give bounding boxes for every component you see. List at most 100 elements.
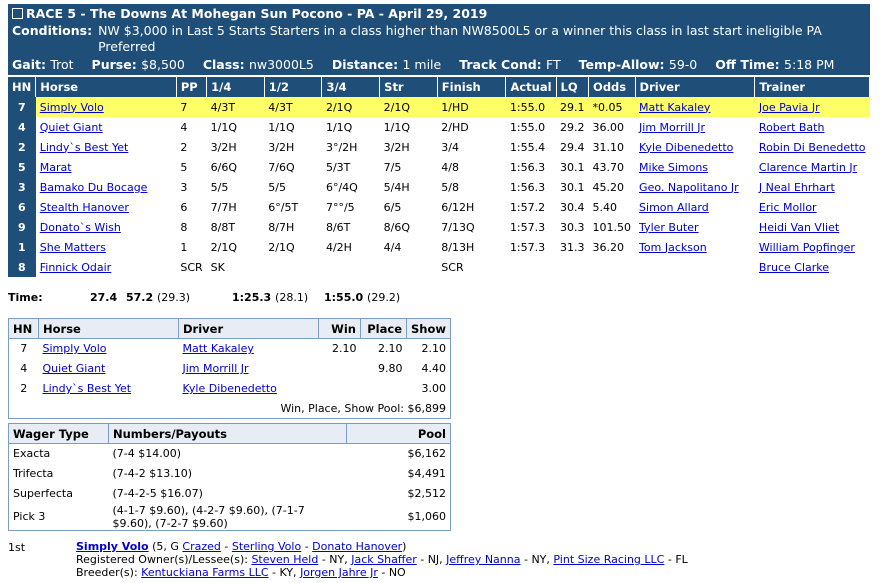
- wager-pool: $4,491: [407, 467, 447, 480]
- result-cell-post-position: 8: [180, 220, 188, 234]
- horse-link[interactable]: Finnick Odair: [40, 261, 111, 274]
- trainer-link[interactable]: Bruce Clarke: [759, 261, 829, 274]
- owner-link[interactable]: Jeffrey Nanna: [446, 553, 520, 566]
- payout-driver-link[interactable]: Kyle Dibenedetto: [183, 382, 277, 395]
- trainer-link[interactable]: Robert Bath: [759, 121, 825, 134]
- distance: Distance: 1 mile: [331, 57, 442, 72]
- payout-horse-link[interactable]: Quiet Giant: [43, 362, 106, 375]
- breeder-link[interactable]: Kentuckiana Farms LLC: [141, 566, 268, 579]
- result-cell-quarter-call: 8/8T: [210, 220, 236, 234]
- wager-nums: (7-4 $14.00): [112, 447, 182, 461]
- result-cell-driver-link: Matt Kakaley: [635, 97, 755, 117]
- owner-link[interactable]: Jack Shaffer: [351, 553, 416, 566]
- wager-nums: (7-4-2 $13.10): [112, 467, 193, 480]
- result-cell-post-position: 5: [180, 160, 188, 174]
- col-trainer: Trainer: [754, 77, 870, 97]
- payout-row: 7 Simply Volo Matt Kakaley 2.10 2.10 2.10: [9, 339, 451, 359]
- horse-link[interactable]: Donato`s Wish: [40, 221, 121, 234]
- owner-location: - NJ,: [420, 553, 443, 566]
- result-cell-horse-link: Finnick Odair: [36, 257, 177, 277]
- result-cell-last-quarter: 30.3: [560, 220, 585, 234]
- pedigree-close: ): [402, 540, 407, 553]
- payout-cell-driver: Jim Morrill Jr: [179, 359, 319, 379]
- class: Class: nw3000L5: [202, 57, 314, 72]
- payout-driver-link[interactable]: Jim Morrill Jr: [183, 362, 249, 375]
- dam-link[interactable]: Sterling Volo: [232, 540, 301, 553]
- trainer-link[interactable]: Eric Mollor: [759, 201, 817, 214]
- trainer-link[interactable]: Robin Di Benedetto: [759, 141, 866, 154]
- result-row: 6 Stealth Hanover 6 7/7H 6°/5T 7°°/5 6/5 6/12H 1…: [8, 197, 870, 217]
- result-cell-stretch-call: 4/4: [383, 240, 402, 254]
- col-odds: Odds: [588, 77, 636, 97]
- trainer-link[interactable]: Heidi Van Vliet: [759, 221, 839, 234]
- wager-type: Superfecta: [13, 487, 73, 500]
- result-cell-horse-link: Stealth Hanover: [36, 197, 177, 217]
- breeder-link[interactable]: Jorgen Jahre Jr: [300, 566, 378, 579]
- conditions-text: NW $3,000 in Last 5 Starts Starters in a…: [98, 23, 822, 54]
- driver-link[interactable]: Tyler Buter: [639, 221, 698, 234]
- wager-type: Exacta: [13, 447, 51, 461]
- driver-link[interactable]: Tom Jackson: [639, 241, 707, 254]
- payout-cell-place: 2.10: [378, 342, 403, 356]
- horse-link[interactable]: She Matters: [40, 241, 106, 254]
- wager-pool: $6,162: [407, 447, 447, 461]
- driver-link[interactable]: Geo. Napolitano Jr: [639, 181, 739, 194]
- driver-link[interactable]: Matt Kakaley: [639, 101, 710, 114]
- driver-link[interactable]: Jim Morrill Jr: [639, 121, 705, 134]
- result-cell-horse-link: Simply Volo: [35, 97, 177, 117]
- trainer-link[interactable]: J Neal Ehrhart: [759, 181, 835, 194]
- payout-driver-link[interactable]: Matt Kakaley: [183, 342, 254, 355]
- result-cell-post-position: 4: [180, 120, 188, 134]
- winner-position: 1st: [8, 541, 26, 554]
- owner-link[interactable]: Steven Held: [251, 553, 318, 566]
- result-cell-last-quarter: 30.4: [560, 200, 585, 214]
- result-cell-stretch-call: 3/2H: [383, 140, 410, 154]
- wager-row: Trifecta (7-4-2 $13.10) $4,491: [9, 464, 451, 484]
- trainer-link[interactable]: William Popfinger: [759, 241, 855, 254]
- result-cell-half-call: [264, 257, 322, 277]
- driver-link[interactable]: Mike Simons: [639, 161, 708, 174]
- driver-link[interactable]: Kyle Dibenedetto: [639, 141, 733, 154]
- result-cell-horse-link: Quiet Giant: [36, 117, 177, 137]
- race-info-row: Gait: Trot Purse: $8,500 Class: nw3000L5…: [8, 55, 870, 75]
- horse-link[interactable]: Stealth Hanover: [40, 201, 129, 214]
- result-cell-post-position: SCR: [180, 260, 203, 274]
- trainer-link[interactable]: Joe Pavia Jr: [759, 101, 820, 114]
- result-cell-actual-time: [506, 257, 556, 277]
- breeders-label: Breeder(s):: [76, 566, 138, 579]
- trainer-link[interactable]: Clarence Martin Jr: [759, 161, 857, 174]
- temp-allow: Temp-Allow: 59-0: [578, 57, 698, 72]
- horse-link[interactable]: Bamako Du Bocage: [40, 181, 148, 194]
- result-cell-last-quarter: 30.1: [560, 180, 585, 194]
- result-cell-post-position: 3: [180, 180, 188, 194]
- col-q2: 1/2: [264, 77, 323, 97]
- horse-link[interactable]: Simply Volo: [40, 101, 104, 114]
- driver-link[interactable]: Simon Allard: [639, 201, 709, 214]
- payout-cell-hn: 7: [20, 342, 28, 356]
- horse-link[interactable]: Quiet Giant: [40, 121, 103, 134]
- result-cell-actual-time: 1:56.3: [509, 180, 546, 194]
- result-cell-driver-link: Kyle Dibenedetto: [635, 137, 755, 157]
- result-cell-driver-link: Tyler Buter: [635, 217, 755, 237]
- payout-row: 4 Quiet Giant Jim Morrill Jr 9.80 4.40: [9, 359, 451, 379]
- result-cell-half-call: 8/7H: [268, 220, 295, 234]
- result-cell-actual-time: 1:56.3: [509, 160, 546, 174]
- result-row: 2 Lindy`s Best Yet 2 3/2H 3/2H 3°/2H 3/2H 3/4 1:…: [8, 137, 870, 157]
- payout-cell-driver: Kyle Dibenedetto: [179, 379, 319, 399]
- result-cell-three-quarter-call: 8/6T: [325, 220, 351, 234]
- checkbox-icon: [12, 8, 23, 19]
- result-cell-horse-number: 5: [8, 157, 36, 177]
- owner-location: - FL: [667, 553, 688, 566]
- winner-horse-link[interactable]: Simply Volo: [76, 540, 149, 553]
- result-cell-actual-time: 1:57.3: [509, 220, 546, 234]
- horse-link[interactable]: Marat: [40, 161, 72, 174]
- payout-horse-link[interactable]: Simply Volo: [43, 342, 107, 355]
- damsire-link[interactable]: Donato Hanover: [312, 540, 402, 553]
- payout-horse-link[interactable]: Lindy`s Best Yet: [43, 382, 132, 395]
- sire-link[interactable]: Crazed: [182, 540, 220, 553]
- horse-link[interactable]: Lindy`s Best Yet: [40, 141, 129, 154]
- result-cell-half-call: 4/3T: [264, 97, 322, 117]
- owner-link[interactable]: Pint Size Racing LLC: [553, 553, 664, 566]
- col-finish: Finish: [437, 77, 507, 97]
- breeder-location: - KY,: [272, 566, 297, 579]
